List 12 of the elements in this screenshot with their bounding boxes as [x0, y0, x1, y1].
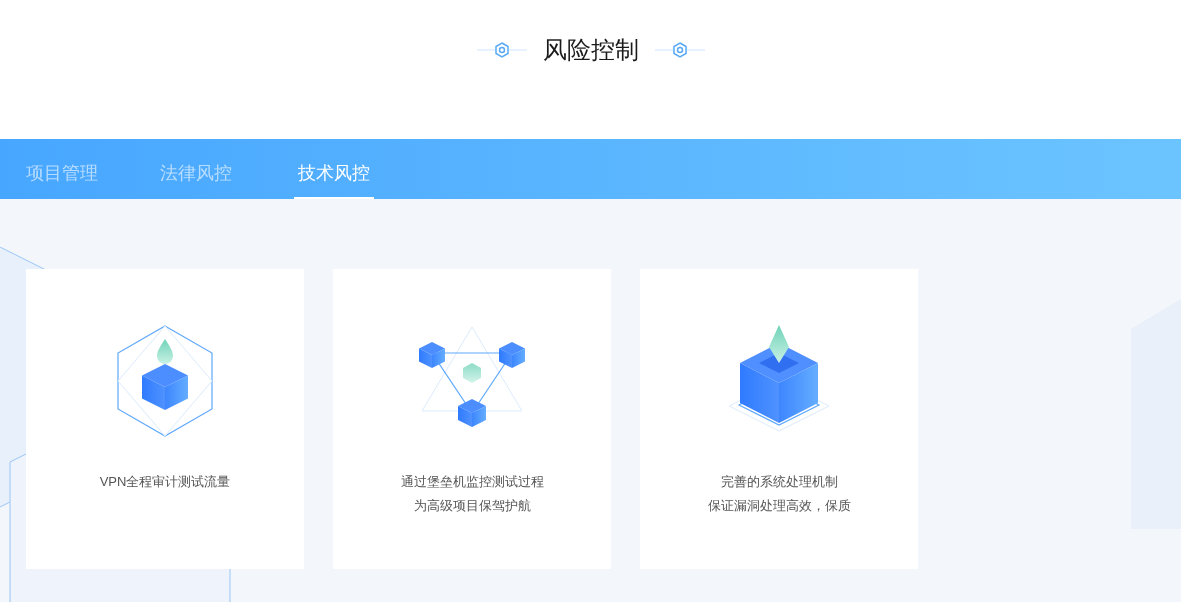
shield-cube-icon — [115, 325, 215, 437]
card-text: 为高级项目保驾护航 — [413, 497, 531, 515]
card-text: VPN全程审计测试流量 — [99, 473, 231, 491]
tab[interactable]: 法律风控 — [160, 150, 232, 199]
section-title: 风险控制 — [542, 35, 639, 66]
tab[interactable]: 项目管理 — [26, 150, 98, 199]
card-text: 完善的系统处理机制 — [720, 473, 838, 491]
cube-network-icon — [417, 325, 527, 429]
card-text: 保证漏洞处理高效，保质 — [707, 497, 851, 515]
card-text: 通过堡垒机监控测试过程 — [400, 473, 544, 491]
hexagon-icon — [476, 40, 527, 60]
hexagon-icon — [654, 40, 705, 60]
